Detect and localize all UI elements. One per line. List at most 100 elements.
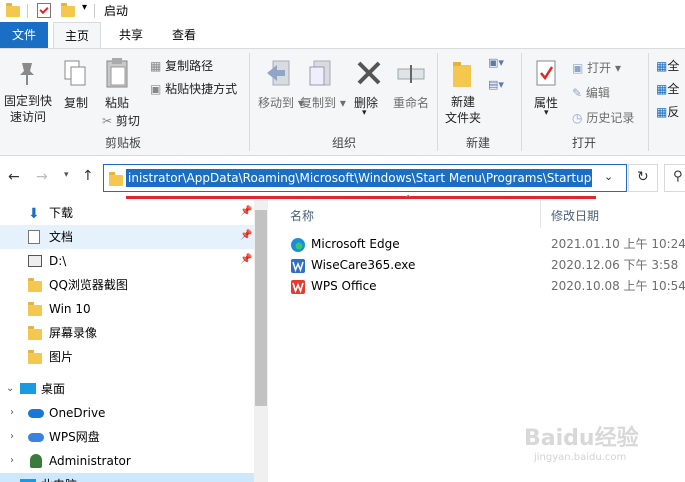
- nav-item-onedrive[interactable]: › OneDrive: [0, 401, 254, 425]
- easy-access-button[interactable]: ▤▾: [488, 78, 504, 91]
- select-none-button[interactable]: ▦全: [656, 80, 679, 97]
- refresh-icon: ↻: [637, 169, 649, 185]
- nav-item-pictures[interactable]: 图片: [0, 345, 254, 369]
- watermark-url: jingyan.baidu.com: [534, 452, 627, 463]
- invert-selection-icon: ▦: [656, 105, 668, 119]
- nav-item-label: WPS网盘: [49, 430, 100, 444]
- open-label: 打开: [587, 61, 612, 75]
- chevron-down-icon[interactable]: ⌄: [6, 377, 14, 401]
- properties-dropdown-icon: ▾: [544, 108, 549, 118]
- new-folder-label: 新建 文件夹: [445, 95, 482, 125]
- wisecare-icon: [291, 259, 305, 273]
- watermark-logo: Baidu经验: [524, 426, 639, 451]
- tab-file[interactable]: 文件: [0, 22, 48, 48]
- cut-button[interactable]: ✂ 剪切: [102, 112, 140, 129]
- nav-item-label: 文档: [49, 230, 74, 244]
- nav-item-win10[interactable]: Win 10: [0, 297, 254, 321]
- folder-icon: [28, 278, 42, 292]
- copy-icon: [64, 60, 86, 86]
- nav-item-screen-recordings[interactable]: 屏幕录像: [0, 321, 254, 345]
- file-row[interactable]: WPS Office 2020.10.08 上午 10:54: [290, 276, 685, 297]
- folder-icon: [28, 350, 42, 364]
- cloud-icon: [28, 433, 44, 442]
- edit-button[interactable]: ✎ 编辑: [572, 84, 610, 101]
- nav-item-this-pc[interactable]: ⌄ 此电脑: [0, 473, 254, 482]
- nav-item-d-drive[interactable]: D:\ 📌: [0, 249, 254, 273]
- select-all-icon: ▦: [656, 59, 668, 73]
- new-item-button[interactable]: ▣▾: [488, 56, 504, 69]
- edge-icon: [291, 238, 305, 252]
- pin-icon[interactable]: 📌: [240, 231, 252, 241]
- search-box[interactable]: ⚲: [664, 164, 685, 192]
- paste-shortcut-button[interactable]: ▣ 粘贴快捷方式: [150, 80, 237, 97]
- open-button[interactable]: ▣ 打开 ▾: [572, 59, 621, 76]
- tab-share[interactable]: 共享: [107, 22, 155, 48]
- file-row[interactable]: Microsoft Edge 2021.01.10 上午 10:24: [290, 234, 685, 255]
- search-icon: ⚲: [673, 169, 683, 184]
- rename-icon: [397, 65, 425, 83]
- tab-view[interactable]: 查看: [160, 22, 208, 48]
- nav-item-desktop[interactable]: ⌄ 桌面: [0, 377, 254, 401]
- nav-item-label: 屏幕录像: [49, 326, 98, 340]
- sort-indicator-icon: ⌃: [404, 194, 413, 205]
- chevron-right-icon[interactable]: ›: [10, 401, 14, 425]
- recent-locations-icon[interactable]: ▾: [64, 170, 69, 180]
- nav-item-label: 下载: [49, 206, 74, 220]
- open-icon: ▣: [572, 61, 584, 75]
- refresh-button[interactable]: ↻: [628, 164, 658, 192]
- delete-x-icon: [357, 61, 381, 85]
- nav-item-administrator[interactable]: › Administrator: [0, 449, 254, 473]
- nav-item-documents[interactable]: 文档 📌: [0, 225, 254, 249]
- address-row: ← → ▾ ↑ inistrator\AppData\Roaming\Micro…: [0, 157, 685, 199]
- invert-selection-button[interactable]: ▦反: [656, 103, 679, 120]
- select-none-icon: ▦: [656, 82, 668, 96]
- properties-icon: [536, 60, 556, 86]
- clipboard-group-label: 剪贴板: [105, 136, 142, 150]
- chevron-right-icon[interactable]: ›: [10, 449, 14, 473]
- up-arrow-icon[interactable]: ↑: [82, 168, 94, 184]
- scissors-icon: ✂: [102, 114, 113, 128]
- address-folder-icon: [109, 172, 123, 186]
- nav-item-wps-cloud[interactable]: › WPS网盘: [0, 425, 254, 449]
- address-dropdown-icon[interactable]: ⌄: [604, 170, 613, 183]
- pin-icon[interactable]: 📌: [240, 207, 252, 217]
- select-all-button[interactable]: ▦全: [656, 57, 679, 74]
- history-button[interactable]: ◷ 历史记录: [572, 109, 634, 126]
- copy-label: 复制: [64, 96, 89, 110]
- copy-to-icon: [309, 60, 331, 86]
- invert-selection-label: 反: [667, 105, 680, 119]
- column-divider[interactable]: [540, 200, 541, 228]
- move-to-icon: [267, 60, 290, 86]
- customize-quick-access-icon[interactable]: ▾: [82, 2, 87, 13]
- nav-item-label: OneDrive: [49, 406, 106, 420]
- forward-arrow-icon[interactable]: →: [36, 169, 48, 185]
- copy-path-button[interactable]: ▦ 复制路径: [150, 57, 213, 74]
- column-header-date[interactable]: 修改日期: [551, 207, 599, 224]
- chevron-right-icon[interactable]: ›: [10, 425, 14, 449]
- file-row[interactable]: WiseCare365.exe 2020.12.06 下午 3:58: [290, 255, 685, 276]
- file-date: 2020.10.08 上午 10:54: [551, 279, 685, 293]
- nav-item-qq-screenshots[interactable]: QQ浏览器截图: [0, 273, 254, 297]
- back-arrow-icon[interactable]: ←: [8, 169, 20, 185]
- title-bar: ▾ 启动: [0, 0, 685, 22]
- window-title: 启动: [104, 4, 129, 18]
- properties-quick-icon[interactable]: [37, 3, 51, 18]
- file-name: WPS Office: [311, 279, 377, 293]
- pin-icon: [20, 63, 34, 85]
- pin-quick-label: 固定到快 速访问: [4, 94, 53, 124]
- nav-item-label: 桌面: [41, 382, 66, 396]
- new-folder-quick-icon[interactable]: [61, 3, 75, 17]
- column-header-name[interactable]: 名称: [290, 207, 314, 224]
- nav-item-downloads[interactable]: ⬇ 下载 📌: [0, 201, 254, 225]
- tab-home[interactable]: 主页: [53, 22, 101, 49]
- nav-scrollbar-thumb[interactable]: [255, 210, 267, 406]
- folder-icon: [28, 326, 42, 340]
- nav-item-label: 此电脑: [41, 473, 77, 482]
- copy-to-label: 复制到 ▾: [300, 96, 346, 110]
- open-group-label: 打开: [572, 136, 597, 150]
- move-to-label: 移动到 ▾: [258, 96, 304, 110]
- chevron-down-icon[interactable]: ⌄: [6, 473, 14, 482]
- address-bar[interactable]: inistrator\AppData\Roaming\Microsoft\Win…: [103, 164, 627, 192]
- pin-icon[interactable]: 📌: [240, 255, 252, 265]
- address-path-text[interactable]: inistrator\AppData\Roaming\Microsoft\Win…: [126, 169, 592, 187]
